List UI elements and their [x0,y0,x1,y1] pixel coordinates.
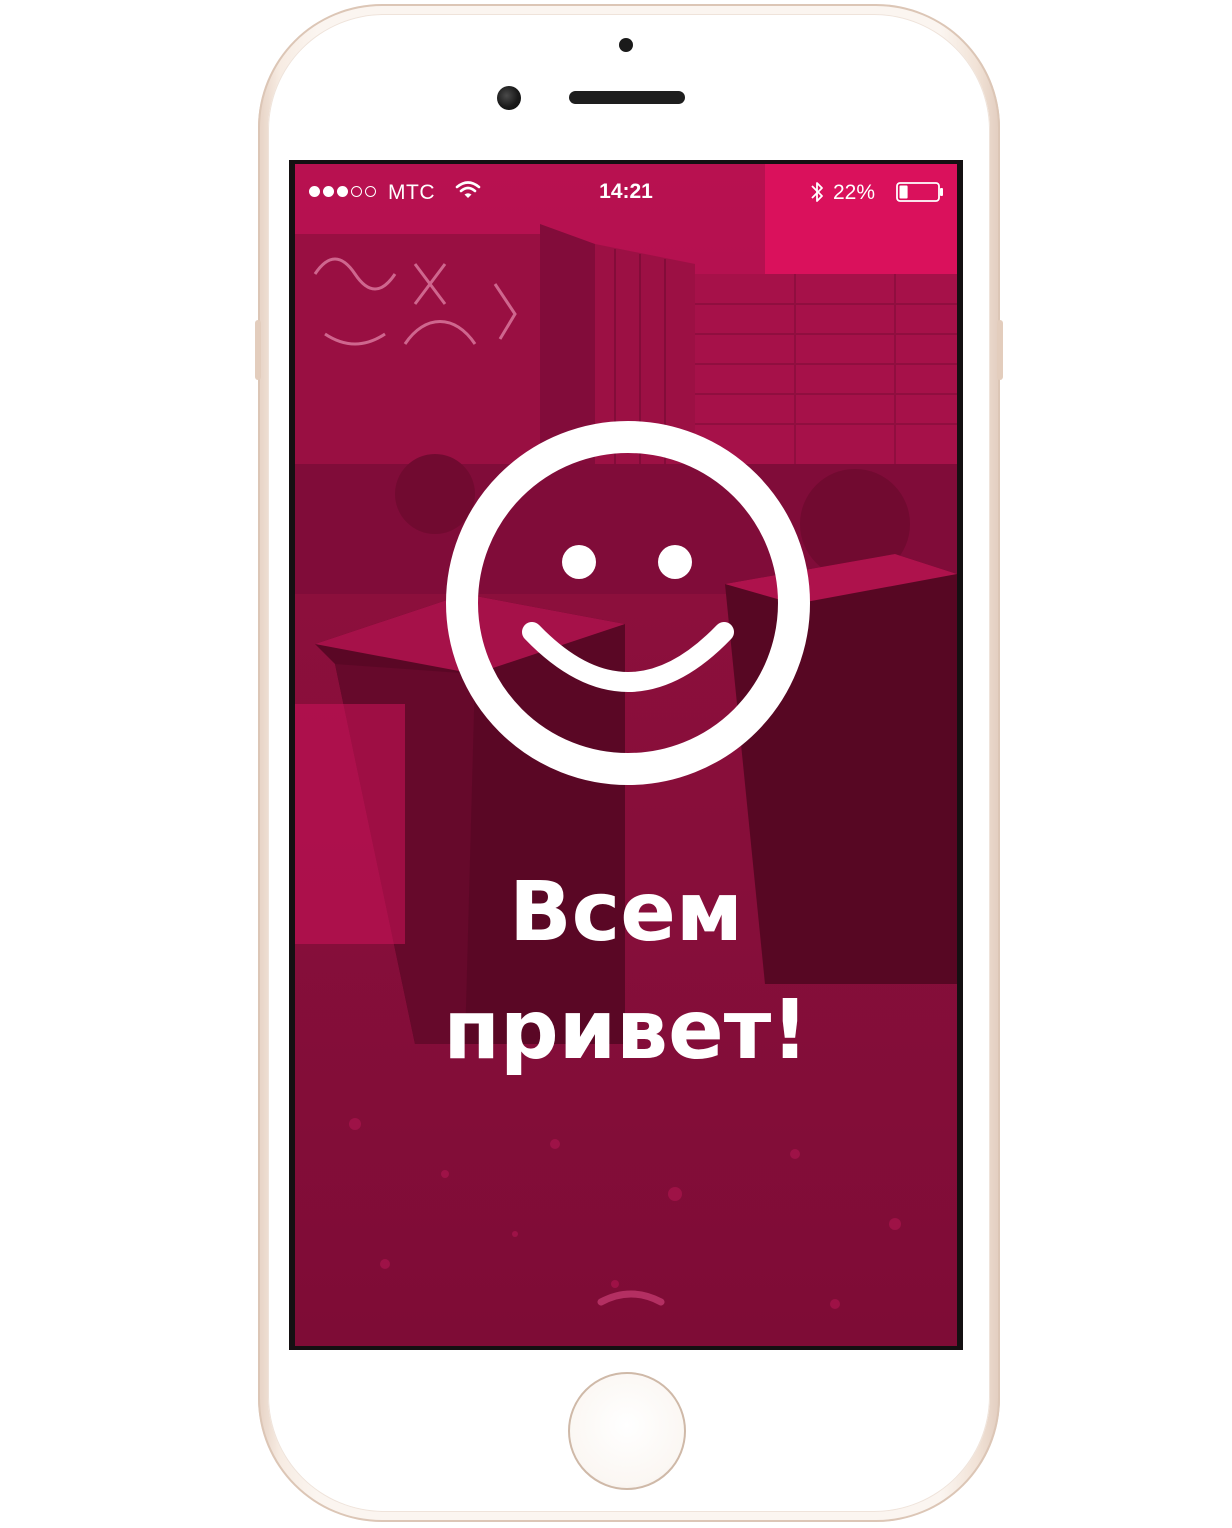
home-button[interactable] [568,1372,686,1490]
bluetooth-icon [811,182,823,202]
battery-icon [896,182,943,202]
battery-percent: 22% [833,181,876,204]
phone-side-button-right [997,320,1003,380]
chevron-up-icon[interactable] [595,1284,667,1308]
phone-screen: МТС 14:21 22% Всем привет! [289,160,963,1350]
front-camera-icon [497,86,521,110]
smiley-face-icon [446,421,810,785]
greeting-line-1: Всем [509,865,743,960]
front-sensor [619,38,633,52]
phone-side-button-left [255,320,261,380]
greeting-line-2: привет! [443,983,809,1078]
greeting-title: Всем привет! [295,854,957,1090]
app-splash-screen: МТС 14:21 22% Всем привет! [295,164,957,1346]
status-bar: МТС 14:21 22% [295,164,957,220]
earpiece-speaker [569,91,685,104]
